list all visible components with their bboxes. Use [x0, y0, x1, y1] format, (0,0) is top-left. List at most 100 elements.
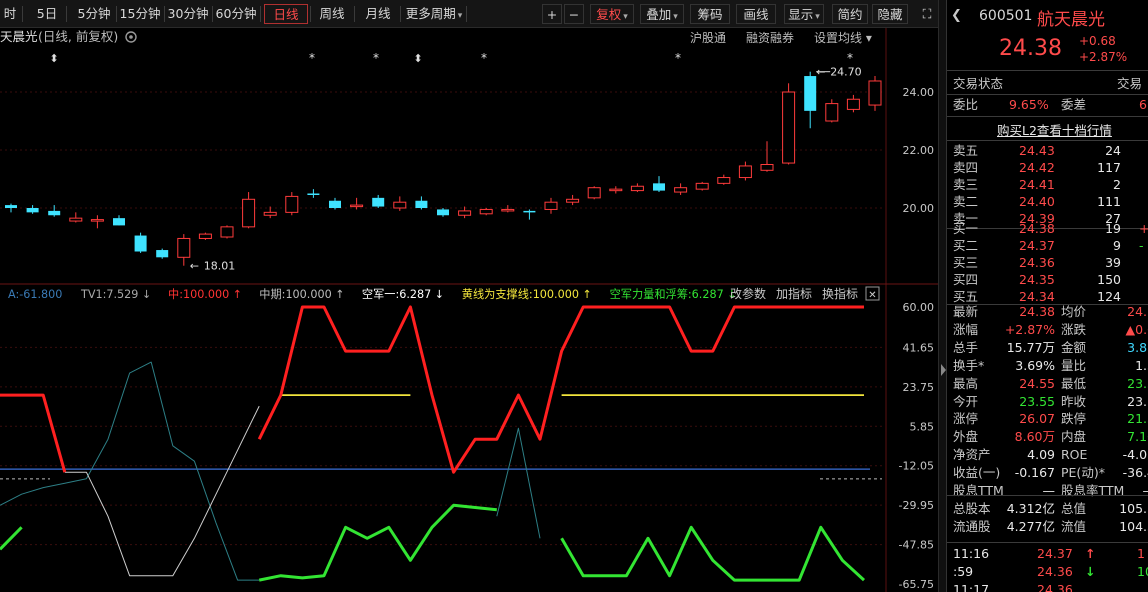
ask-volume: 24 — [1105, 143, 1121, 158]
toolbar-button-3[interactable]: 叠加 — [640, 4, 684, 24]
period-tab-5[interactable]: 60分钟 — [214, 4, 258, 24]
candle[interactable] — [5, 203, 17, 213]
event-marker-star[interactable]: * — [373, 51, 379, 65]
toolbar-button-7[interactable]: 简约 — [832, 4, 868, 24]
candle[interactable] — [198, 232, 212, 240]
event-marker-star[interactable]: * — [847, 51, 853, 65]
candle[interactable] — [825, 99, 839, 123]
candle[interactable] — [501, 205, 515, 213]
tick-volume: 1 — [1137, 546, 1145, 561]
panel-splitter[interactable] — [938, 0, 946, 592]
period-tab-4[interactable]: 30分钟 — [166, 4, 210, 24]
candle[interactable] — [393, 196, 407, 211]
ask-row[interactable]: 卖三 24.41 2 — [947, 176, 1148, 194]
stat-label-2: 流值 — [1061, 518, 1087, 534]
candle[interactable] — [630, 183, 644, 193]
close-icon[interactable]: ✕ — [865, 286, 880, 301]
candle[interactable] — [868, 76, 882, 111]
chart-canvas[interactable]: 天晨光 (日线, 前复权) 沪股通 融资融券 设置均线 ▾ * * * * * ⬍ ⬍ 24.00 22.… — [0, 28, 944, 592]
stat-label-2: 内盘 — [1061, 429, 1087, 445]
period-tab-1[interactable]: 5日 — [30, 4, 64, 24]
candle[interactable] — [26, 205, 39, 214]
period-tab-8[interactable]: 月线 — [358, 4, 398, 24]
candle[interactable] — [90, 215, 104, 229]
price-tick-label: 22.00 — [903, 144, 935, 157]
candle[interactable] — [674, 183, 688, 195]
candle[interactable] — [372, 194, 385, 208]
candle[interactable] — [285, 192, 299, 216]
event-marker-arrow[interactable]: ⬍ — [413, 52, 422, 65]
tools-icon[interactable]: ⛶ — [918, 4, 936, 24]
ask-row[interactable]: 卖五 24.43 24 — [947, 142, 1148, 160]
period-tab-7[interactable]: 周线 — [312, 4, 352, 24]
legend-entry: 黄线为支撑线:100.000 ↑ — [462, 287, 592, 301]
chart-link-0[interactable]: 沪股通 — [690, 31, 726, 45]
event-marker-arrow[interactable]: ⬍ — [49, 52, 58, 65]
candle[interactable] — [738, 161, 752, 181]
bid-volume: 150 — [1097, 272, 1121, 287]
indicator-button-1[interactable]: 加指标 — [776, 286, 812, 301]
candle[interactable] — [782, 83, 796, 165]
chart-link-1[interactable]: 融资融券 — [746, 30, 794, 45]
period-tab-0[interactable]: 时 — [0, 4, 20, 24]
ask-row[interactable]: 卖四 24.42 117 — [947, 159, 1148, 177]
period-tab-6[interactable]: 日线 — [264, 4, 308, 24]
candle[interactable] — [156, 248, 169, 259]
bid-row[interactable]: 买三 24.36 39 — [947, 254, 1148, 272]
candle[interactable] — [544, 197, 558, 214]
toolbar-button-2[interactable]: 复权 — [590, 4, 634, 24]
status-label: 交易状态 — [953, 76, 1004, 91]
candle[interactable] — [48, 205, 61, 217]
candle[interactable] — [437, 208, 449, 217]
candle[interactable] — [329, 197, 341, 210]
toolbar-button-5[interactable]: 画线 — [736, 4, 776, 24]
candle[interactable] — [415, 196, 428, 210]
period-tab-3[interactable]: 15分钟 — [118, 4, 162, 24]
candle[interactable] — [695, 181, 709, 191]
candle[interactable] — [609, 186, 623, 194]
indicator-button-0[interactable]: 改参数 — [730, 286, 766, 301]
toolbar-button-0[interactable]: + — [542, 4, 562, 24]
candle[interactable] — [566, 194, 580, 206]
candle[interactable] — [113, 215, 125, 226]
candle[interactable] — [177, 234, 191, 266]
bid-row[interactable]: 买一 24.38 19 + — [947, 220, 1148, 238]
bid-row[interactable]: 买二 24.37 9 - — [947, 237, 1148, 255]
stat-label-2: 跌停 — [1061, 411, 1087, 427]
candle[interactable] — [479, 208, 493, 216]
candle[interactable] — [242, 192, 256, 229]
candle[interactable] — [307, 189, 320, 198]
candle[interactable] — [523, 209, 536, 220]
chart-link-2[interactable]: 设置均线 ▾ — [814, 31, 872, 45]
candle[interactable] — [717, 174, 731, 185]
event-marker-star[interactable]: * — [309, 51, 315, 65]
gear-icon[interactable] — [125, 31, 137, 43]
toolbar-button-8[interactable]: 隐藏 — [872, 4, 908, 24]
candle[interactable] — [760, 141, 774, 172]
arrow-down-icon: ↓ — [1085, 564, 1096, 579]
chart-area[interactable]: 天晨光 (日线, 前复权) 沪股通 融资融券 设置均线 ▾ * * * * * ⬍ ⬍ 24.00 22.… — [0, 28, 944, 592]
event-marker-star[interactable]: * — [675, 51, 681, 65]
candle[interactable] — [134, 232, 147, 253]
back-icon[interactable]: ❮ — [951, 8, 962, 23]
candle[interactable] — [846, 94, 860, 113]
period-tab-9[interactable]: 更多周期 — [404, 4, 464, 24]
event-marker-star[interactable]: * — [481, 51, 487, 65]
candle[interactable] — [587, 186, 601, 200]
candle[interactable] — [220, 225, 234, 239]
toolbar-button-6[interactable]: 显示 — [784, 4, 824, 24]
ask-row[interactable]: 卖二 24.40 111 — [947, 193, 1148, 211]
toolbar-button-1[interactable]: − — [564, 4, 584, 24]
indicator-button-2[interactable]: 换指标 — [822, 286, 858, 301]
stat-value: 23.55 — [1019, 393, 1055, 409]
candle[interactable] — [69, 212, 83, 223]
candle[interactable] — [653, 176, 665, 193]
period-tab-2[interactable]: 5分钟 — [74, 4, 114, 24]
candle[interactable] — [804, 71, 817, 129]
toolbar-button-4[interactable]: 筹码 — [690, 4, 730, 24]
high-arrow-icon: ← — [816, 66, 825, 79]
status-row: 交易状态 交易 — [947, 75, 1148, 93]
l2-banner-link[interactable]: 购买L2查看十档行情 — [997, 120, 1112, 139]
tick-price: 24.36 — [1037, 582, 1073, 592]
bid-row[interactable]: 买四 24.35 150 — [947, 271, 1148, 289]
